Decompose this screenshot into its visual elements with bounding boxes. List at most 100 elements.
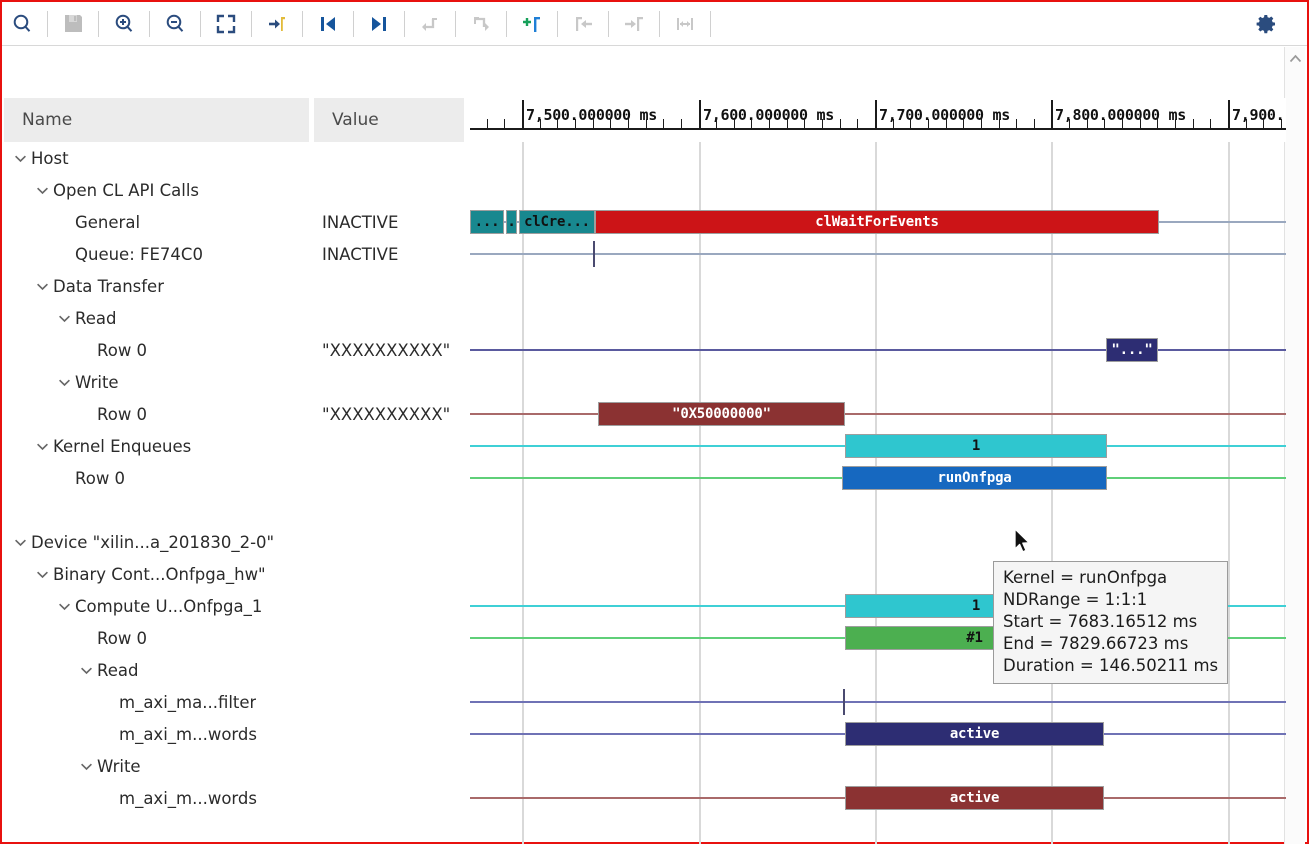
toolbar-separator bbox=[455, 11, 456, 37]
wave-bar[interactable]: "..." bbox=[1106, 338, 1158, 362]
column-header-value[interactable]: Value bbox=[314, 98, 464, 142]
tree-row[interactable]: Row 0 "XXXXXXXXXX" bbox=[4, 398, 466, 430]
tree-row[interactable]: Write bbox=[4, 750, 466, 782]
wave-bar[interactable]: clWaitForEvents bbox=[595, 210, 1159, 234]
wave-bar[interactable]: active bbox=[845, 786, 1104, 810]
chevron-down-icon[interactable] bbox=[78, 654, 94, 686]
toolbar-separator bbox=[302, 11, 303, 37]
add-marker-icon[interactable] bbox=[513, 5, 551, 43]
tree-row-content: m_axi_m...words bbox=[100, 782, 257, 814]
tree-row[interactable]: Open CL API Calls bbox=[4, 174, 466, 206]
tree-row-content: Binary Cont...Onfpga_hw" bbox=[34, 558, 266, 590]
tree-row[interactable]: Kernel Enqueues bbox=[4, 430, 466, 462]
tree-row[interactable]: Row 0 bbox=[4, 622, 466, 654]
tree-row[interactable]: Compute U...Onfpga_1 bbox=[4, 590, 466, 622]
tree-row[interactable]: Data Transfer bbox=[4, 270, 466, 302]
next-marker-icon[interactable] bbox=[462, 5, 500, 43]
tree-row-content: Open CL API Calls bbox=[34, 174, 199, 206]
tree-indent-spacer bbox=[12, 494, 28, 526]
tree-row[interactable]: m_axi_ma...filter bbox=[4, 686, 466, 718]
tree-row-content: Kernel Enqueues bbox=[34, 430, 191, 462]
time-ruler[interactable]: 7,500.000000 ms7,600.000000 ms7,700.0000… bbox=[470, 98, 1286, 142]
ruler-tick-label: 7,700.000000 ms bbox=[879, 106, 1010, 124]
column-header-name[interactable]: Name bbox=[4, 98, 309, 142]
ruler-minor-tick bbox=[963, 119, 964, 128]
wave-bar[interactable]: runOnfpga bbox=[842, 466, 1107, 490]
wave-row bbox=[470, 750, 1286, 782]
wave-bar[interactable]: 1 bbox=[845, 434, 1107, 458]
ruler-minor-tick bbox=[1210, 119, 1211, 128]
tree-row-content: Write bbox=[78, 750, 141, 782]
ruler-minor-tick bbox=[628, 119, 629, 128]
tree-row[interactable]: Row 0 bbox=[4, 462, 466, 494]
ruler-minor-tick bbox=[1157, 119, 1158, 128]
zoom-fit-icon[interactable] bbox=[207, 5, 245, 43]
chevron-down-icon[interactable] bbox=[12, 526, 28, 558]
ruler-minor-tick bbox=[1281, 119, 1282, 128]
ruler-minor-tick bbox=[540, 119, 541, 128]
wave-row: runOnfpga bbox=[470, 462, 1286, 494]
tree-row[interactable]: m_axi_m...words bbox=[4, 718, 466, 750]
gear-icon[interactable] bbox=[1247, 5, 1285, 43]
next-transition-icon[interactable] bbox=[360, 5, 398, 43]
wave-bar[interactable]: ... bbox=[470, 210, 504, 234]
chevron-down-icon[interactable] bbox=[12, 142, 28, 174]
save-icon[interactable] bbox=[54, 5, 92, 43]
tree-row-content: Row 0 bbox=[56, 462, 125, 494]
tree-row-value: "XXXXXXXXXX" bbox=[322, 398, 450, 430]
scroll-up-icon[interactable] bbox=[1285, 49, 1305, 67]
chevron-down-icon[interactable] bbox=[56, 302, 72, 334]
chevron-down-icon[interactable] bbox=[56, 366, 72, 398]
tree-row[interactable]: Queue: FE74C0INACTIVE bbox=[4, 238, 466, 270]
tree-row-value: INACTIVE bbox=[322, 238, 398, 270]
chevron-down-icon[interactable] bbox=[34, 558, 50, 590]
ruler-major-tick bbox=[875, 100, 877, 130]
tree-row-label: Device "xilin...a_201830_2-0" bbox=[31, 533, 274, 552]
chevron-down-icon[interactable] bbox=[34, 270, 50, 302]
tree-row[interactable]: Read bbox=[4, 654, 466, 686]
tree-row[interactable]: GeneralINACTIVE bbox=[4, 206, 466, 238]
wave-bar[interactable]: clCre... bbox=[519, 210, 595, 234]
toolbar-separator bbox=[506, 11, 507, 37]
chevron-down-icon[interactable] bbox=[34, 174, 50, 206]
tree-row[interactable]: Row 0"XXXXXXXXXX" bbox=[4, 334, 466, 366]
previous-transition-icon[interactable] bbox=[309, 5, 347, 43]
chevron-down-icon[interactable] bbox=[78, 750, 94, 782]
tree-indent-spacer bbox=[100, 686, 116, 718]
tree-row[interactable]: m_axi_m...words bbox=[4, 782, 466, 814]
tree-row[interactable]: Binary Cont...Onfpga_hw" bbox=[4, 558, 466, 590]
ruler-tick-label: 7,900. bbox=[1232, 106, 1284, 124]
wave-row bbox=[470, 270, 1286, 302]
wave-area[interactable]: 7,500.000000 ms7,600.000000 ms7,700.0000… bbox=[470, 47, 1286, 844]
zoom-in-icon[interactable] bbox=[105, 5, 143, 43]
tree-row-content: Data Transfer bbox=[34, 270, 164, 302]
chevron-down-icon[interactable] bbox=[56, 590, 72, 622]
tree-row[interactable]: Host bbox=[4, 142, 466, 174]
zoom-out-icon[interactable] bbox=[156, 5, 194, 43]
tree-row[interactable]: Write bbox=[4, 366, 466, 398]
goto-time-icon[interactable] bbox=[258, 5, 296, 43]
tree-row-content: Row 0 bbox=[78, 398, 147, 430]
tree-row[interactable]: Device "xilin...a_201830_2-0" bbox=[4, 526, 466, 558]
measure-icon[interactable] bbox=[666, 5, 704, 43]
ruler-major-tick bbox=[699, 100, 701, 130]
tree-row-content: m_axi_m...words bbox=[100, 718, 257, 750]
tree-row[interactable]: Read bbox=[4, 302, 466, 334]
wave-row bbox=[470, 302, 1286, 334]
tree-row-label: Kernel Enqueues bbox=[53, 437, 191, 456]
marker-right-icon[interactable] bbox=[615, 5, 653, 43]
vertical-scrollbar[interactable] bbox=[1284, 47, 1305, 844]
wave-bar[interactable]: . bbox=[506, 210, 517, 234]
ruler-minor-tick bbox=[681, 119, 682, 128]
ruler-minor-tick bbox=[928, 119, 929, 128]
tree-indent-spacer bbox=[56, 238, 72, 270]
wave-row bbox=[470, 494, 1286, 526]
search-icon[interactable] bbox=[3, 5, 41, 43]
tooltip-line: NDRange = 1:1:1 bbox=[1003, 589, 1218, 611]
wave-bar[interactable]: active bbox=[845, 722, 1104, 746]
marker-left-icon[interactable] bbox=[564, 5, 602, 43]
wave-transition-marker bbox=[593, 241, 595, 267]
wave-bar[interactable]: "0X50000000" bbox=[598, 402, 845, 426]
previous-marker-icon[interactable] bbox=[411, 5, 449, 43]
chevron-down-icon[interactable] bbox=[34, 430, 50, 462]
